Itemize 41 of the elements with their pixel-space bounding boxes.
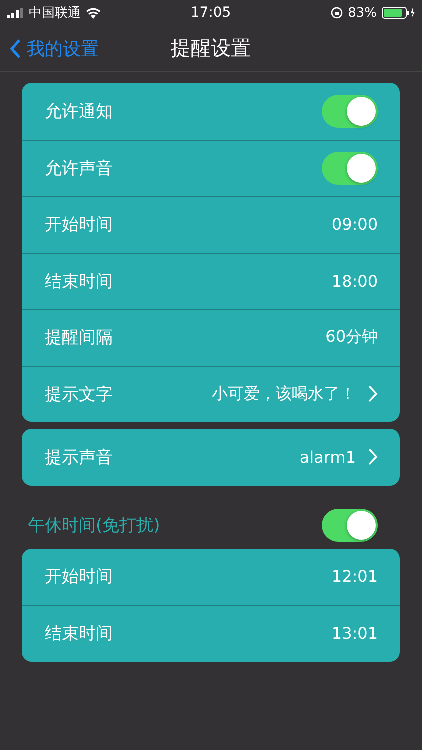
status-time: 17:05 (190, 5, 232, 21)
section-label: 午休时间(免打扰) (28, 514, 160, 536)
battery-percent: 83% (348, 6, 377, 20)
row-label: 结束时间 (45, 270, 114, 293)
signal-icon (7, 8, 24, 18)
rotation-lock-icon (331, 7, 344, 19)
row-value: 12:01 (332, 567, 378, 586)
row-label: 开始时间 (45, 566, 114, 588)
settings-row[interactable]: 提示声音 alarm1 (22, 429, 400, 486)
settings-row[interactable]: 允许声音 (22, 140, 400, 196)
toggle-switch[interactable] (322, 508, 378, 542)
settings-row[interactable]: 提醒间隔 60分钟 (22, 309, 400, 366)
row-value: 09:00 (332, 215, 378, 234)
row-value: 18:00 (332, 272, 378, 291)
row-label: 允许通知 (45, 100, 114, 123)
row-label: 开始时间 (45, 214, 114, 236)
settings-row[interactable]: 开始时间 12:01 (22, 548, 400, 605)
carrier-name: 中国联通 (29, 5, 81, 22)
chevron-icon (368, 385, 378, 404)
chevron-icon (10, 38, 21, 58)
toggle-switch[interactable] (322, 152, 378, 185)
row-label: 允许声音 (45, 158, 114, 180)
back-button[interactable]: 我的设置 (0, 36, 99, 60)
settings-row[interactable]: 允许通知 (22, 83, 400, 140)
row-label: 提醒间隔 (45, 327, 114, 350)
battery-icon (382, 7, 416, 19)
row-value: 小可爱，该喝水了！ (212, 384, 356, 405)
row-value: 60分钟 (326, 327, 378, 348)
chevron-icon (368, 448, 378, 466)
row-value: alarm1 (300, 448, 356, 467)
page-title: 提醒设置 (171, 35, 251, 62)
row-value: 13:01 (332, 624, 378, 644)
row-label: 提示文字 (45, 384, 114, 406)
settings-row[interactable]: 结束时间 13:01 (22, 605, 400, 662)
row-label: 结束时间 (45, 623, 114, 646)
settings-row[interactable]: 开始时间 09:00 (22, 196, 400, 252)
row-label: 提示声音 (45, 446, 114, 469)
settings-row[interactable]: 结束时间 18:00 (22, 252, 400, 309)
settings-row[interactable]: 提示文字 小可爱，该喝水了！ (22, 366, 400, 422)
toggle-switch[interactable] (322, 94, 378, 128)
wifi-icon (86, 8, 101, 18)
